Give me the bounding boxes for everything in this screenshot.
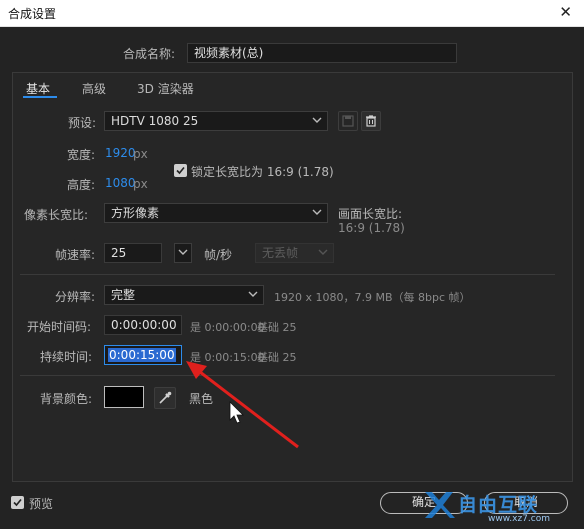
tab-basic[interactable]: 基本 <box>26 80 50 97</box>
pixel-aspect-dropdown[interactable]: 方形像素 <box>104 203 328 223</box>
comp-name-input[interactable]: 视频素材(总) <box>187 43 457 63</box>
background-color-swatch[interactable] <box>104 386 144 408</box>
eyedropper-icon <box>159 391 172 404</box>
duration-input[interactable]: 0:00:15:00 <box>104 345 182 365</box>
divider <box>20 274 555 275</box>
duration-value: 0:00:15:00 <box>108 348 176 362</box>
width-unit: px <box>133 147 148 161</box>
width-value[interactable]: 1920 <box>105 146 136 160</box>
start-timecode-label: 开始时间码: <box>27 320 92 334</box>
tab-3d-renderer[interactable]: 3D 渲染器 <box>137 80 194 97</box>
active-tab-indicator <box>23 96 57 98</box>
frame-rate-label: 帧速率: <box>55 248 96 262</box>
chevron-down-icon <box>248 291 258 297</box>
frame-aspect-label: 画面长宽比: <box>338 207 403 221</box>
preview-label: 预览 <box>29 497 54 511</box>
start-timecode-base: 基础 25 <box>257 321 297 334</box>
eyedropper-button[interactable] <box>154 387 176 409</box>
width-label: 宽度: <box>67 148 96 162</box>
preset-dropdown[interactable]: HDTV 1080 25 <box>104 111 328 131</box>
trash-icon <box>366 115 376 127</box>
drop-frame-dropdown: 无丢帧 <box>255 243 334 263</box>
ok-button[interactable]: 确定 <box>380 492 468 514</box>
cancel-button[interactable]: 取消 <box>484 492 568 514</box>
window-title: 合成设置 <box>8 7 57 21</box>
divider <box>20 375 555 376</box>
resolution-info: 1920 x 1080，7.9 MB（每 8bpc 帧） <box>274 291 471 304</box>
watermark-url: www.xz7.com <box>488 514 550 524</box>
title-bar: 合成设置 ✕ <box>0 0 584 27</box>
settings-panel <box>12 72 573 482</box>
background-color-label: 背景颜色: <box>40 392 93 406</box>
chevron-down-icon <box>318 249 328 255</box>
preset-value: HDTV 1080 25 <box>111 114 199 128</box>
checkmark-icon <box>176 166 185 175</box>
resolution-value: 完整 <box>111 288 136 302</box>
lock-aspect-checkbox[interactable] <box>174 164 187 177</box>
chevron-down-icon <box>312 209 322 215</box>
tab-advanced[interactable]: 高级 <box>82 80 106 97</box>
height-unit: px <box>133 177 148 191</box>
frame-rate-dropdown[interactable] <box>174 243 192 263</box>
duration-label: 持续时间: <box>40 350 93 364</box>
save-preset-button[interactable] <box>338 111 358 131</box>
close-icon[interactable]: ✕ <box>559 3 572 21</box>
checkmark-icon <box>13 498 22 507</box>
delete-preset-button[interactable] <box>361 111 381 131</box>
lock-aspect-label: 锁定长宽比为 16:9 (1.78) <box>191 165 334 179</box>
frame-rate-input[interactable]: 25 <box>104 243 162 263</box>
frame-aspect-value: 16:9 (1.78) <box>338 221 405 235</box>
comp-name-label: 合成名称: <box>123 47 176 61</box>
resolution-dropdown[interactable]: 完整 <box>104 285 264 305</box>
preview-checkbox[interactable] <box>11 496 24 509</box>
duration-info: 是 0:00:15:00 <box>190 351 265 364</box>
chevron-down-icon <box>312 117 322 123</box>
frame-rate-unit: 帧/秒 <box>204 248 233 262</box>
pixel-aspect-label: 像素长宽比: <box>24 208 89 222</box>
start-timecode-info: 是 0:00:00:00 <box>190 321 265 334</box>
chevron-down-icon <box>178 249 188 255</box>
resolution-label: 分辨率: <box>55 290 96 304</box>
save-icon <box>342 115 354 127</box>
drop-frame-value: 无丢帧 <box>262 246 299 260</box>
height-value[interactable]: 1080 <box>105 176 136 190</box>
pixel-aspect-value: 方形像素 <box>111 206 160 220</box>
preset-label: 预设: <box>68 116 97 130</box>
duration-base: 基础 25 <box>257 351 297 364</box>
start-timecode-input[interactable]: 0:00:00:00 <box>104 315 182 335</box>
height-label: 高度: <box>67 178 96 192</box>
background-color-name: 黑色 <box>189 392 214 406</box>
